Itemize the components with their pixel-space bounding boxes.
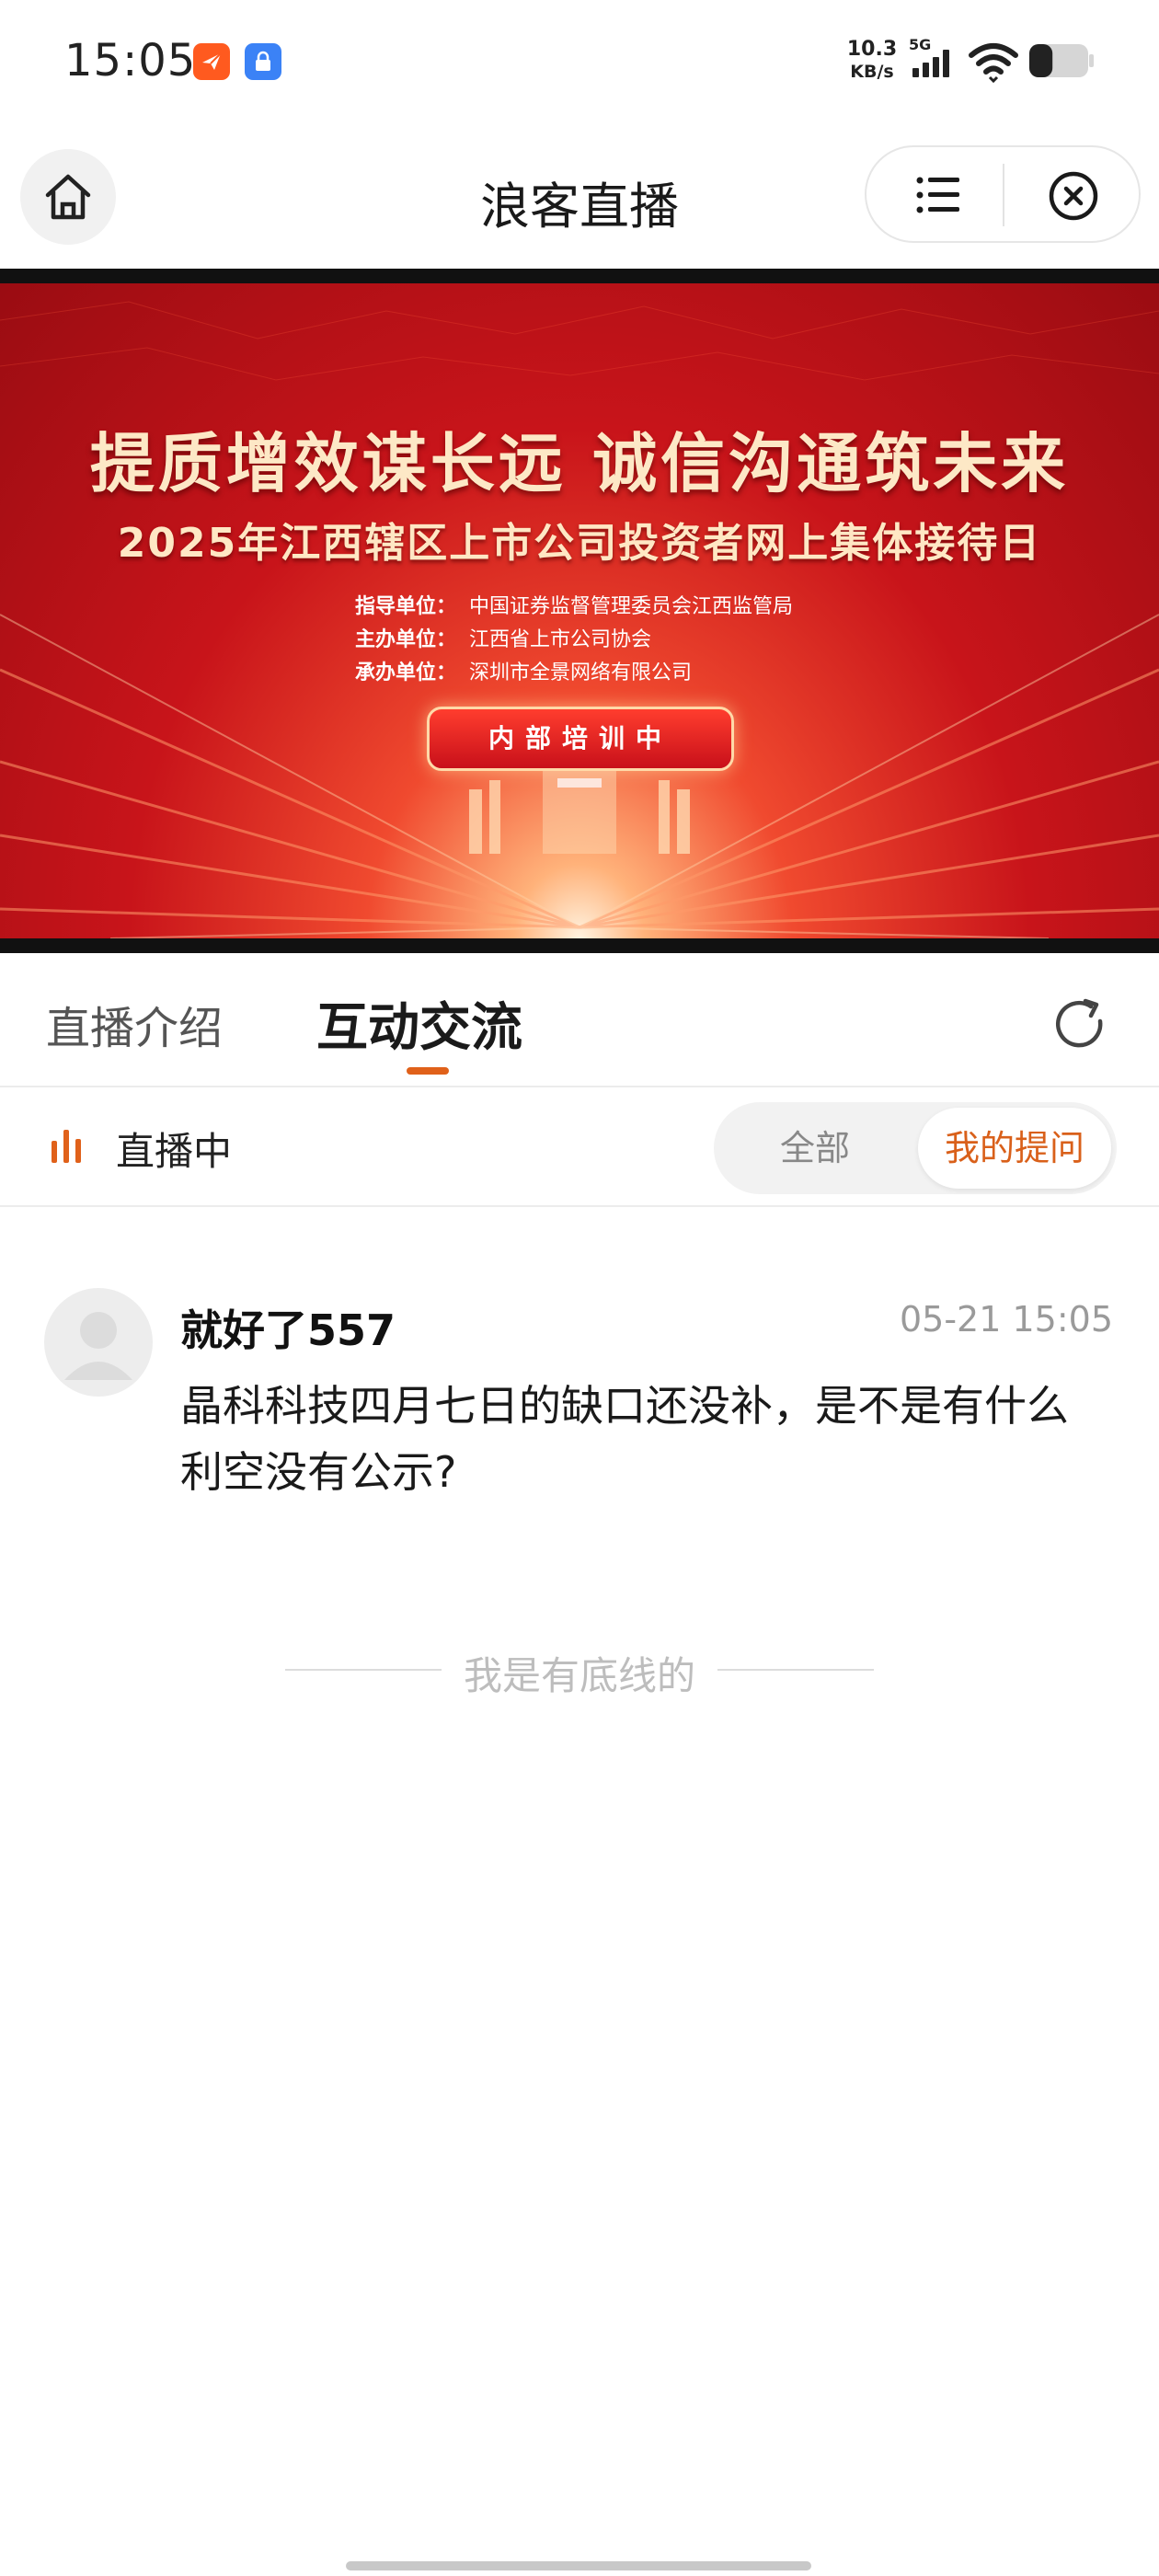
status-time: 15:05 <box>64 35 197 86</box>
default-avatar-icon <box>64 1312 132 1380</box>
banner-info-value: 江西省上市公司协会 <box>469 628 652 651</box>
live-banner[interactable]: 提质增效谋长远 诚信沟通筑未来 2025年江西辖区上市公司投资者网上集体接待日 … <box>0 269 1159 953</box>
tab-interaction[interactable]: 互动交流 <box>316 986 522 1061</box>
home-indicator[interactable] <box>346 2561 811 2570</box>
lock-icon <box>245 43 281 80</box>
tab-bar: 直播介绍 互动交流 <box>0 953 1159 1087</box>
filter-my-questions-button[interactable]: 我的提问 <box>918 1108 1111 1189</box>
mini-program-capsule <box>865 145 1141 243</box>
capsule-divider <box>1003 164 1004 226</box>
banner-info-label: 主办单位： <box>355 628 457 651</box>
signal-icon: 5G <box>909 37 949 77</box>
banner-info-row: 承办单位： 深圳市全景网络有限公司 <box>355 657 793 690</box>
banner-title: 2025年江西辖区上市公司投资者网上集体接待日 <box>117 520 1042 567</box>
wifi-icon <box>969 43 1018 83</box>
banner-image: 提质增效谋长远 诚信沟通筑未来 2025年江西辖区上市公司投资者网上集体接待日 … <box>0 283 1159 938</box>
question-username: 就好了557 <box>180 1305 396 1355</box>
banner-slogan: 提质增效谋长远 诚信沟通筑未来 <box>89 425 1070 501</box>
banner-info-label: 指导单位： <box>355 595 457 618</box>
avatar <box>44 1288 153 1397</box>
banner-status-button: 内部培训中 <box>427 707 734 771</box>
live-bars-icon <box>52 1130 81 1163</box>
banner-info: 指导单位： 中国证券监督管理委员会江西监管局 主办单位： 江西省上市公司协会 承办单… <box>355 591 793 690</box>
home-icon <box>45 174 91 220</box>
question-filter-toggle: 全部 我的提问 <box>714 1102 1117 1194</box>
tab-live-intro[interactable]: 直播介绍 <box>46 992 223 1056</box>
banner-info-label: 承办单位： <box>355 661 457 684</box>
network-speed: 10.3 KB/s <box>844 39 900 83</box>
refresh-icon[interactable] <box>1049 994 1111 1056</box>
banner-info-row: 指导单位： 中国证券监督管理委员会江西监管局 <box>355 591 793 624</box>
status-bar: 15:05 10.3 KB/s 5G <box>0 0 1159 129</box>
divider <box>285 1669 442 1671</box>
filter-bar: 直播中 全部 我的提问 <box>0 1087 1159 1207</box>
question-timestamp: 05-21 15:05 <box>899 1299 1113 1340</box>
list-item: 就好了557 05-21 15:05 晶科科技四月七日的缺口还没补，是不是有什么… <box>0 1270 1159 1527</box>
menu-list-icon[interactable] <box>914 171 962 219</box>
end-of-list: 我是有底线的 <box>285 1638 874 1702</box>
banner-info-row: 主办单位： 江西省上市公司协会 <box>355 624 793 657</box>
divider <box>717 1669 874 1671</box>
banner-info-value: 中国证券监督管理委员会江西监管局 <box>469 595 794 618</box>
network-speed-value: 10.3 <box>846 38 898 61</box>
nav-bar: 浪客直播 <box>0 129 1159 267</box>
home-button[interactable] <box>20 149 116 245</box>
network-speed-unit: KB/s <box>850 62 894 82</box>
page-title: 浪客直播 <box>480 178 679 236</box>
battery-icon <box>1029 44 1094 77</box>
end-of-list-text: 我是有底线的 <box>463 1653 695 1698</box>
active-tab-indicator <box>407 1067 449 1075</box>
filter-all-button[interactable]: 全部 <box>714 1102 916 1194</box>
building-graphic <box>469 771 690 854</box>
network-type: 5G <box>909 37 931 53</box>
banner-info-value: 深圳市全景网络有限公司 <box>469 661 693 684</box>
live-status-label: 直播中 <box>116 1129 233 1174</box>
question-text: 晶科科技四月七日的缺口还没补，是不是有什么利空没有公示? <box>180 1381 1069 1497</box>
close-circle-icon[interactable] <box>1047 169 1100 223</box>
message-arrow-icon <box>193 43 230 80</box>
